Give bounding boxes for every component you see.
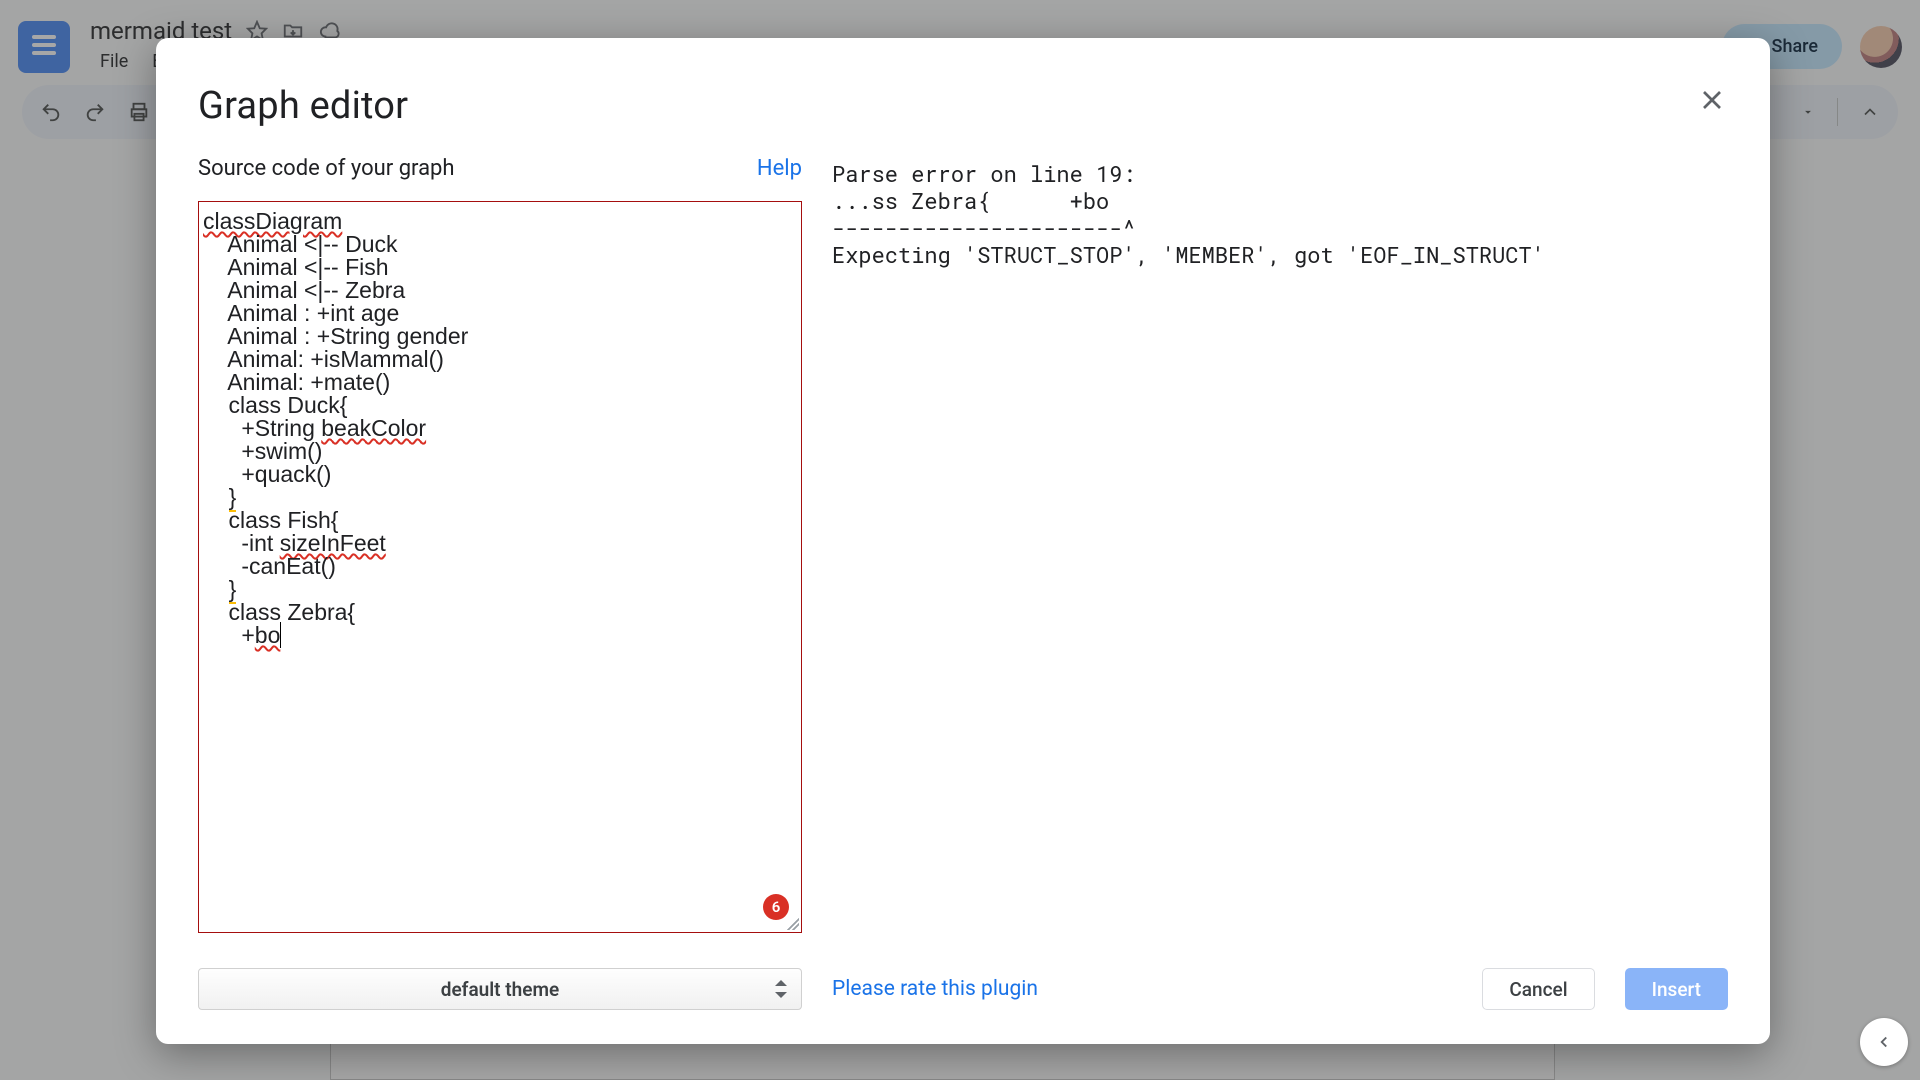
- parse-error-output: Parse error on line 19: ...ss Zebra{ +bo…: [832, 156, 1728, 268]
- side-panel-toggle[interactable]: [1860, 1018, 1908, 1066]
- theme-select[interactable]: default theme: [198, 968, 802, 1010]
- help-link[interactable]: Help: [757, 156, 802, 181]
- graph-editor-dialog: Graph editor Source code of your graph H…: [156, 38, 1770, 1044]
- error-count-badge[interactable]: 6: [763, 894, 789, 920]
- rate-plugin-link[interactable]: Please rate this plugin: [832, 977, 1038, 1001]
- source-code-textarea[interactable]: classDiagram Animal <|-- Duck Animal <|-…: [198, 201, 802, 933]
- cancel-button[interactable]: Cancel: [1482, 968, 1594, 1010]
- resize-handle-icon[interactable]: [787, 918, 799, 930]
- theme-select-value: default theme: [441, 978, 559, 1001]
- close-icon[interactable]: [1696, 84, 1728, 116]
- source-code-label: Source code of your graph: [198, 156, 455, 181]
- insert-button[interactable]: Insert: [1625, 968, 1728, 1010]
- stepper-icon: [775, 980, 787, 998]
- dialog-title: Graph editor: [198, 84, 408, 128]
